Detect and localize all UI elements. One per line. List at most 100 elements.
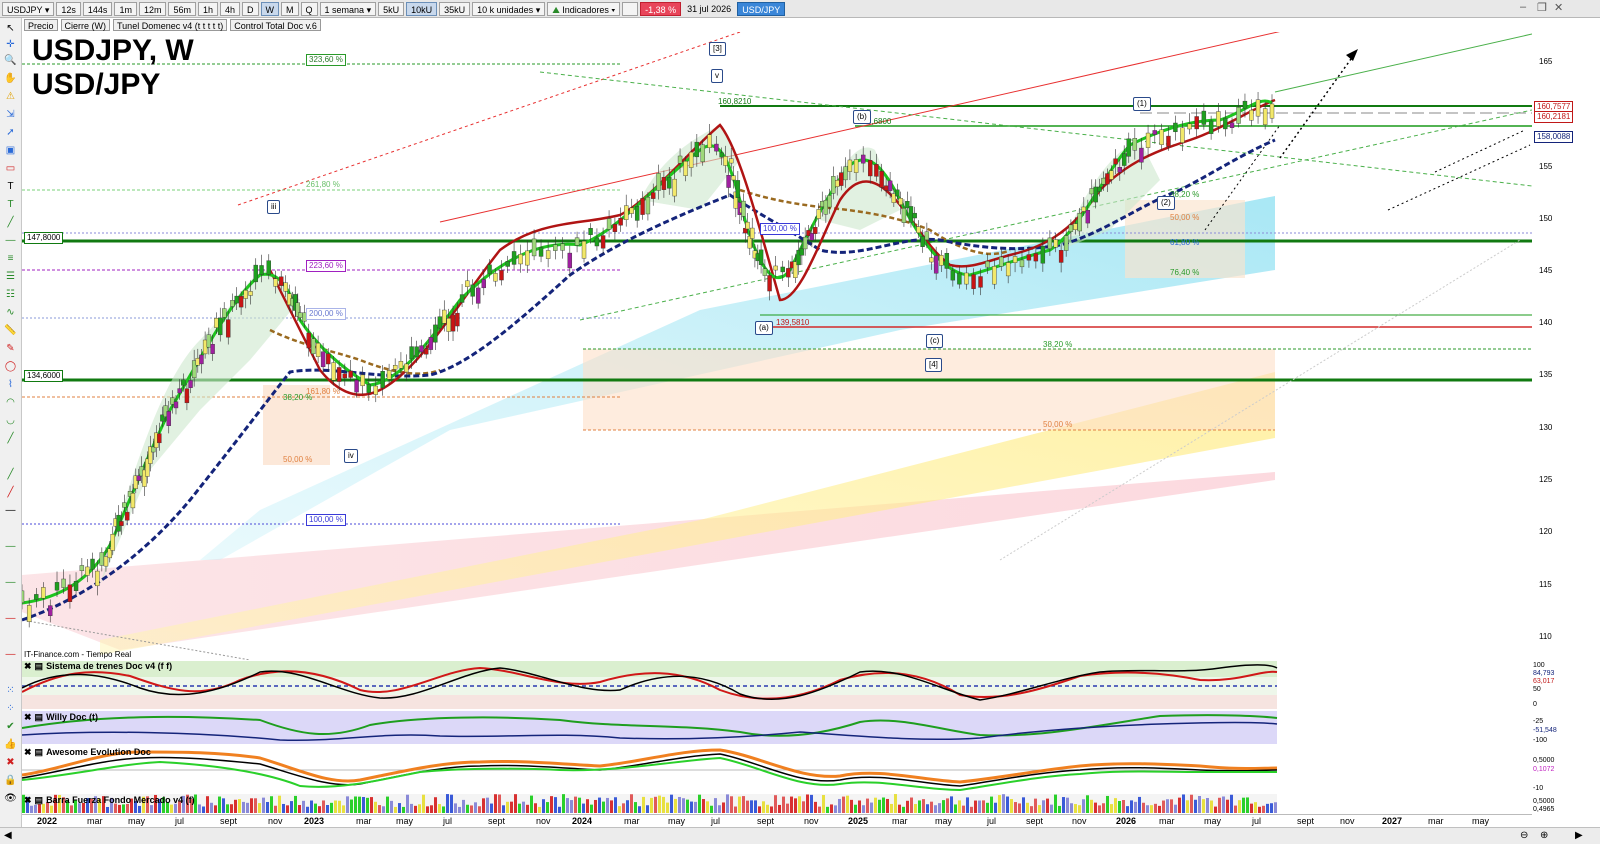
wave-label-c[interactable]: (c) <box>926 334 944 348</box>
trend-up-icon[interactable]: ╱ <box>4 432 17 445</box>
dots-icon[interactable]: ⁙ <box>4 684 17 697</box>
crosshair-icon[interactable]: ✛ <box>4 38 17 51</box>
curve-icon[interactable]: ◠ <box>4 396 17 409</box>
hline4-icon[interactable]: — <box>4 576 17 589</box>
indicators-button[interactable]: ⛰ Indicadores ▾ <box>547 1 621 16</box>
zoom-icon[interactable]: 🔍 <box>4 54 17 67</box>
interval-1h[interactable]: 1h <box>197 1 218 16</box>
force-bar <box>782 796 785 813</box>
menu-icon[interactable]: ▤ <box>35 712 44 723</box>
legend-tunel[interactable]: Tunel Domenec v4 (t t t t t) <box>113 19 228 31</box>
trend-down-icon[interactable]: ╱ <box>4 486 17 499</box>
arc-icon[interactable]: ◡ <box>4 414 17 427</box>
wave-label-1[interactable]: (1) <box>1133 97 1151 111</box>
restore-icon[interactable]: ❐ <box>1537 1 1547 14</box>
zoom-out-icon[interactable]: ⊖ <box>1520 830 1528 841</box>
rectangle-icon[interactable]: ▭ <box>4 162 17 175</box>
candle <box>1236 107 1241 124</box>
panel-4-title[interactable]: ✖ ▤ Barra Fuerza Fondo Mercado v4 (f) <box>24 795 195 806</box>
label-icon[interactable]: T <box>4 198 17 211</box>
wave-label-4[interactable]: [4] <box>925 358 942 372</box>
unit-35ku[interactable]: 35kU <box>439 1 471 16</box>
candle <box>651 192 656 199</box>
scroll-right-icon[interactable]: ▶ <box>1575 830 1583 841</box>
interval-12m[interactable]: 12m <box>138 1 167 16</box>
indicator-panels[interactable] <box>22 660 1532 814</box>
line-icon[interactable]: ╱ <box>4 216 17 229</box>
hide-icon[interactable]: 👁 <box>4 792 17 805</box>
dots2-icon[interactable]: ⁘ <box>4 702 17 715</box>
interval-m[interactable]: M <box>281 1 299 16</box>
wave-label-a[interactable]: (a) <box>755 321 773 335</box>
legend-control[interactable]: Control Total Doc v.6 <box>230 19 321 31</box>
hline-icon[interactable]: — <box>4 234 17 247</box>
unit-10ku[interactable]: 10kU <box>406 1 438 16</box>
wave-icon[interactable]: ∿ <box>4 306 17 319</box>
scroll-left-icon[interactable]: ◀ <box>4 830 12 841</box>
ellipse-icon[interactable]: ◯ <box>4 360 17 373</box>
interval-56m[interactable]: 56m <box>168 1 196 16</box>
close-icon[interactable]: ✕ <box>1554 1 1563 14</box>
cursor-icon[interactable]: ↖ <box>4 22 17 35</box>
menu-icon[interactable]: ▤ <box>35 661 44 672</box>
hand-icon[interactable]: ✋ <box>4 72 17 85</box>
close-icon[interactable]: ✖ <box>24 795 32 806</box>
hline6-icon[interactable]: — <box>4 648 17 661</box>
wave-label-3[interactable]: [3] <box>709 42 726 56</box>
thumb-icon[interactable]: 👍 <box>4 738 17 751</box>
wave-label-2[interactable]: (2) <box>1157 196 1175 210</box>
ruler-icon[interactable]: 📏 <box>4 324 17 337</box>
alert-icon[interactable]: ⚠ <box>4 90 17 103</box>
pencil-icon[interactable]: ✎ <box>4 342 17 355</box>
menu-icon[interactable]: ▤ <box>35 795 44 806</box>
wave-label-iv[interactable]: iv <box>344 449 358 463</box>
interval-12s[interactable]: 12s <box>56 1 81 16</box>
polyline-icon[interactable]: ⌇ <box>4 378 17 391</box>
hline2-icon[interactable]: — <box>4 504 17 517</box>
fib-icon[interactable]: ☰ <box>4 270 17 283</box>
square-icon[interactable]: ▣ <box>4 144 17 157</box>
trend-icon[interactable]: ╱ <box>4 468 17 481</box>
zoom-in-icon[interactable]: ⊕ <box>1540 830 1548 841</box>
candle <box>574 237 580 246</box>
force-bar <box>346 796 349 813</box>
legend-price[interactable]: Precio <box>24 19 58 31</box>
interval-d[interactable]: D <box>242 1 259 16</box>
lock-icon[interactable]: 🔒 <box>4 774 17 787</box>
wave-label-b[interactable]: (b) <box>853 110 871 124</box>
close-icon[interactable]: ✖ <box>24 747 32 758</box>
panel-2-title[interactable]: ✖ ▤ Willy Doc (t) <box>24 712 98 723</box>
hline5-icon[interactable]: — <box>4 612 17 625</box>
measure-icon[interactable]: ⇲ <box>4 108 17 121</box>
interval-4h[interactable]: 4h <box>220 1 241 16</box>
check-icon[interactable]: ✔ <box>4 720 17 733</box>
quantity-selector[interactable]: 10 k unidades ▾ <box>472 1 546 16</box>
arrow-icon[interactable]: ➚ <box>4 126 17 139</box>
menu-icon[interactable]: ▤ <box>35 747 44 758</box>
symbol-selector[interactable]: USDJPY ▾ <box>2 1 55 16</box>
hline3-icon[interactable]: — <box>4 540 17 553</box>
wave-label-v[interactable]: v <box>711 69 723 83</box>
price-chart[interactable] <box>22 32 1532 660</box>
horizontal-scrollbar[interactable]: ◀ ⊖ ⊕ ▶ <box>0 827 1600 844</box>
close-icon[interactable]: ✖ <box>24 661 32 672</box>
interval-144s[interactable]: 144s <box>82 1 113 16</box>
fib-ext-icon[interactable]: ☷ <box>4 288 17 301</box>
period-selector[interactable]: 1 semana ▾ <box>319 1 377 16</box>
interval-w[interactable]: W <box>260 1 280 16</box>
draw-tools-button[interactable] <box>622 1 639 16</box>
force-bar <box>882 797 885 813</box>
panel-3-title[interactable]: ✖ ▤ Awesome Evolution Doc <box>24 747 151 758</box>
legend-close[interactable]: Cierre (W) <box>60 19 111 31</box>
channel-icon[interactable]: ≡ <box>4 252 17 265</box>
interval-q[interactable]: Q <box>300 1 318 16</box>
close-icon[interactable]: ✖ <box>24 712 32 723</box>
minimize-icon[interactable]: – <box>1520 1 1526 13</box>
delete-icon[interactable]: ✖ <box>4 756 17 769</box>
wave-label-iii[interactable]: iii <box>267 200 281 214</box>
interval-1m[interactable]: 1m <box>114 1 137 16</box>
panel-1-title[interactable]: ✖ ▤ Sistema de trenes Doc v4 (f f) <box>24 661 172 672</box>
text-icon[interactable]: T <box>4 180 17 193</box>
unit-5ku[interactable]: 5kU <box>378 1 405 16</box>
candle <box>624 205 629 220</box>
